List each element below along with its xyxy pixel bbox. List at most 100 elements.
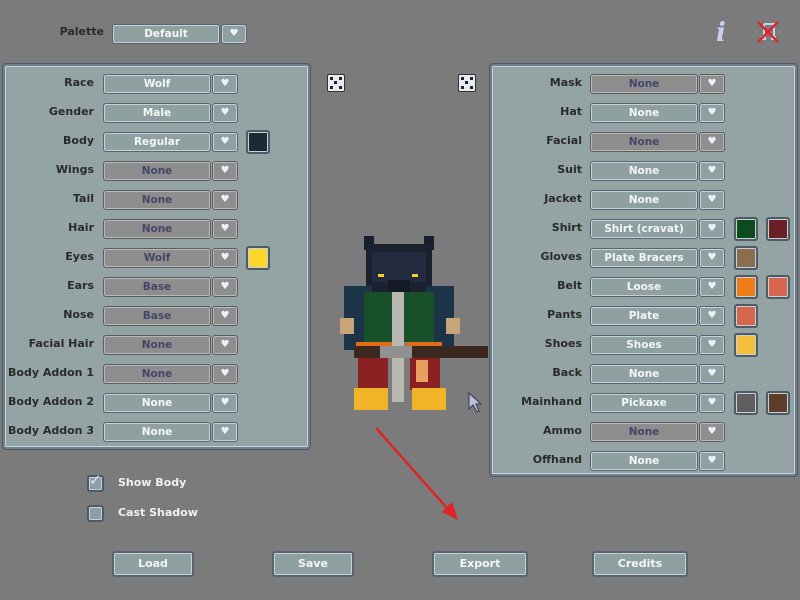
info-icon[interactable]: i [716,18,726,48]
race-value[interactable]: Wolf [103,74,211,94]
heart-chevron-icon[interactable]: ♥ [699,422,725,442]
gloves-color-swatch-1[interactable] [734,246,758,270]
heart-chevron-icon[interactable]: ♥ [212,219,238,239]
randomize-body-dice-icon[interactable] [327,74,345,92]
facial-hair-dropdown[interactable]: None ♥ [103,335,238,355]
heart-chevron-icon[interactable]: ♥ [699,277,725,297]
belt-value[interactable]: Loose [590,277,698,297]
body-addon-3-value[interactable]: None [103,422,211,442]
body-addon-3-dropdown[interactable]: None ♥ [103,422,238,442]
facial-hair-value[interactable]: None [103,335,211,355]
mainhand-color-swatch-2[interactable] [766,391,790,415]
tail-value[interactable]: None [103,190,211,210]
pants-value[interactable]: Plate [590,306,698,326]
belt-dropdown[interactable]: Loose ♥ [590,277,725,297]
facial-dropdown[interactable]: None ♥ [590,132,725,152]
wings-value[interactable]: None [103,161,211,181]
heart-chevron-icon[interactable]: ♥ [212,248,238,268]
heart-chevron-icon[interactable]: ♥ [699,74,725,94]
ears-dropdown[interactable]: Base ♥ [103,277,238,297]
wings-dropdown[interactable]: None ♥ [103,161,238,181]
tail-dropdown[interactable]: None ♥ [103,190,238,210]
heart-chevron-icon[interactable]: ♥ [699,335,725,355]
show-body-checkbox[interactable]: ✓ [87,471,104,492]
heart-chevron-icon[interactable]: ♥ [212,190,238,210]
body-color-swatch-1[interactable] [246,130,270,154]
shirt-color-swatch-1[interactable] [734,217,758,241]
suit-value[interactable]: None [590,161,698,181]
pants-color-swatch-1[interactable] [734,304,758,328]
heart-chevron-icon[interactable]: ♥ [212,422,238,442]
ears-value[interactable]: Base [103,277,211,297]
shoes-value[interactable]: Shoes [590,335,698,355]
heart-chevron-icon[interactable]: ♥ [699,364,725,384]
hat-dropdown[interactable]: None ♥ [590,103,725,123]
export-button[interactable]: Export [432,551,528,577]
body-addon-1-dropdown[interactable]: None ♥ [103,364,238,384]
body-addon-1-value[interactable]: None [103,364,211,384]
heart-chevron-icon[interactable]: ♥ [212,74,238,94]
shoes-color-swatch-1[interactable] [734,333,758,357]
credits-button[interactable]: Credits [592,551,688,577]
back-value[interactable]: None [590,364,698,384]
offhand-value[interactable]: None [590,451,698,471]
mask-dropdown[interactable]: None ♥ [590,74,725,94]
heart-chevron-icon[interactable]: ♥ [699,219,725,239]
heart-chevron-icon[interactable]: ♥ [212,364,238,384]
body-addon-2-value[interactable]: None [103,393,211,413]
heart-chevron-icon[interactable]: ♥ [699,161,725,181]
gender-value[interactable]: Male [103,103,211,123]
heart-chevron-icon[interactable]: ♥ [699,132,725,152]
facial-value[interactable]: None [590,132,698,152]
gloves-value[interactable]: Plate Bracers [590,248,698,268]
suit-dropdown[interactable]: None ♥ [590,161,725,181]
music-muted-icon[interactable] [756,20,780,44]
eyes-dropdown[interactable]: Wolf ♥ [103,248,238,268]
ammo-dropdown[interactable]: None ♥ [590,422,725,442]
race-dropdown[interactable]: Wolf ♥ [103,74,238,94]
belt-color-swatch-1[interactable] [734,275,758,299]
mainhand-value[interactable]: Pickaxe [590,393,698,413]
save-button[interactable]: Save [272,551,354,577]
heart-chevron-icon[interactable]: ♥ [699,248,725,268]
heart-chevron-icon[interactable]: ♥ [212,277,238,297]
heart-chevron-icon[interactable]: ♥ [212,103,238,123]
heart-chevron-icon[interactable]: ♥ [699,190,725,210]
shirt-dropdown[interactable]: Shirt (cravat) ♥ [590,219,725,239]
hat-value[interactable]: None [590,103,698,123]
body-addon-2-dropdown[interactable]: None ♥ [103,393,238,413]
cast-shadow-checkbox[interactable] [87,505,104,522]
jacket-value[interactable]: None [590,190,698,210]
eyes-value[interactable]: Wolf [103,248,211,268]
body-dropdown[interactable]: Regular ♥ [103,132,238,152]
belt-color-swatch-2[interactable] [766,275,790,299]
gender-dropdown[interactable]: Male ♥ [103,103,238,123]
heart-chevron-icon[interactable]: ♥ [212,393,238,413]
palette-dropdown[interactable]: Default ♥ [112,24,247,44]
mainhand-dropdown[interactable]: Pickaxe ♥ [590,393,725,413]
heart-chevron-icon[interactable]: ♥ [699,306,725,326]
palette-value[interactable]: Default [112,24,220,44]
offhand-dropdown[interactable]: None ♥ [590,451,725,471]
randomize-equipment-dice-icon[interactable] [458,74,476,92]
hair-dropdown[interactable]: None ♥ [103,219,238,239]
jacket-dropdown[interactable]: None ♥ [590,190,725,210]
shirt-value[interactable]: Shirt (cravat) [590,219,698,239]
back-dropdown[interactable]: None ♥ [590,364,725,384]
gloves-dropdown[interactable]: Plate Bracers ♥ [590,248,725,268]
heart-chevron-icon[interactable]: ♥ [212,161,238,181]
eyes-color-swatch-1[interactable] [246,246,270,270]
shoes-dropdown[interactable]: Shoes ♥ [590,335,725,355]
heart-chevron-icon[interactable]: ♥ [699,103,725,123]
hair-value[interactable]: None [103,219,211,239]
shirt-color-swatch-2[interactable] [766,217,790,241]
heart-chevron-icon[interactable]: ♥ [221,24,247,44]
pants-dropdown[interactable]: Plate ♥ [590,306,725,326]
mainhand-color-swatch-1[interactable] [734,391,758,415]
load-button[interactable]: Load [112,551,194,577]
body-value[interactable]: Regular [103,132,211,152]
heart-chevron-icon[interactable]: ♥ [212,132,238,152]
mask-value[interactable]: None [590,74,698,94]
nose-dropdown[interactable]: Base ♥ [103,306,238,326]
nose-value[interactable]: Base [103,306,211,326]
